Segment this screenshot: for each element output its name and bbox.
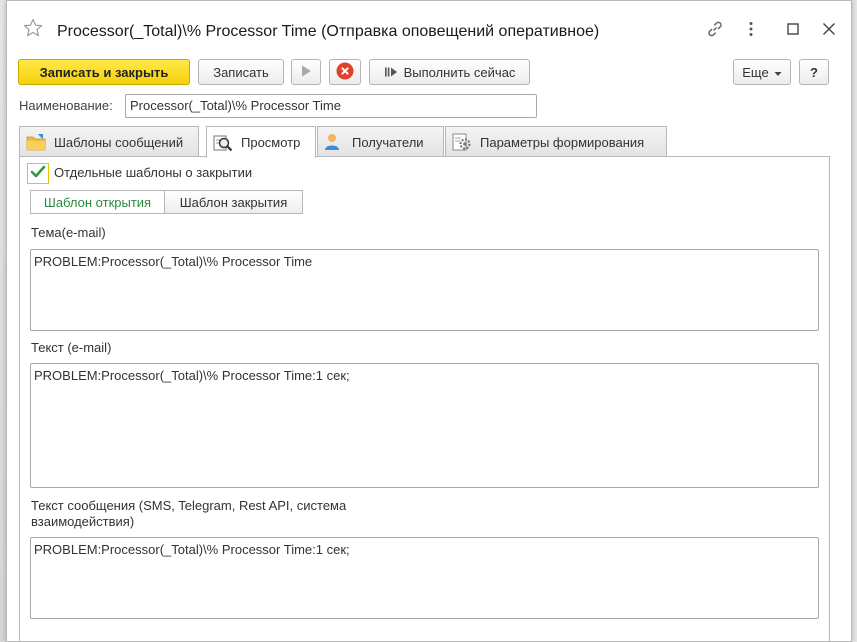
checkmark-icon <box>30 165 46 182</box>
chevron-down-icon <box>774 65 782 80</box>
name-row: Наименование: Processor(_Total)\% Proces… <box>19 94 539 118</box>
execute-now-button[interactable]: Выполнить сейчас <box>369 59 530 85</box>
more-vertical-icon[interactable] <box>741 19 761 39</box>
dialog-window: Processor(_Total)\% Processor Time (Отпр… <box>6 0 852 642</box>
tab-generation-parameters[interactable]: Параметры формирования <box>445 126 667 157</box>
separate-templates-label: Отдельные шаблоны о закрытии <box>54 165 253 180</box>
close-icon[interactable] <box>819 19 839 39</box>
star-icon[interactable] <box>23 18 43 38</box>
text-label: Текст (e-mail) <box>31 340 112 355</box>
help-button[interactable]: ? <box>799 59 829 85</box>
window-title: Processor(_Total)\% Processor Time (Отпр… <box>57 23 600 40</box>
subject-textarea[interactable]: PROBLEM:Processor(_Total)\% Processor Ti… <box>30 249 819 331</box>
tab-recipients-label: Получатели <box>352 134 424 150</box>
execute-now-icon <box>384 66 398 78</box>
subject-label: Тема(e-mail) <box>31 225 106 240</box>
execute-now-label: Выполнить сейчас <box>403 64 516 80</box>
maximize-icon[interactable] <box>783 19 803 39</box>
name-label: Наименование: <box>19 98 113 113</box>
tab-preview[interactable]: Просмотр <box>206 126 316 158</box>
message-textarea[interactable]: PROBLEM:Processor(_Total)\% Processor Ti… <box>30 537 819 619</box>
tab-recipients[interactable]: Получатели <box>317 126 444 157</box>
tab-message-templates[interactable]: Шаблоны сообщений <box>19 126 199 157</box>
user-icon <box>324 133 340 151</box>
run-button[interactable] <box>291 59 321 85</box>
save-button[interactable]: Записать <box>198 59 284 85</box>
link-icon[interactable] <box>705 19 725 39</box>
tab-bar: Шаблоны сообщений Просмотр Получатели Па… <box>19 126 719 158</box>
tab-message-templates-label: Шаблоны сообщений <box>54 134 184 150</box>
save-close-button[interactable]: Записать и закрыть <box>18 59 190 85</box>
stop-icon <box>335 61 355 84</box>
subtab-close-template[interactable]: Шаблон закрытия <box>164 190 303 214</box>
more-label: Еще <box>742 64 769 80</box>
more-button[interactable]: Еще <box>733 59 791 85</box>
name-input[interactable]: Processor(_Total)\% Processor Time <box>125 94 537 118</box>
stop-button[interactable] <box>329 59 361 85</box>
separate-templates-checkbox[interactable] <box>27 163 49 184</box>
subtab-open-template[interactable]: Шаблон открытия <box>30 190 165 214</box>
tab-preview-label: Просмотр <box>241 135 301 150</box>
folder-icon <box>26 133 46 151</box>
play-icon <box>299 64 313 81</box>
settings-icon <box>452 132 472 152</box>
title-bar: Processor(_Total)\% Processor Time (Отпр… <box>7 1 851 57</box>
tab-generation-parameters-label: Параметры формирования <box>480 134 645 150</box>
message-label: Текст сообщения (SMS, Telegram, Rest API… <box>31 498 347 529</box>
toolbar: Записать и закрыть Записать Выполнить се… <box>7 57 851 87</box>
text-textarea[interactable]: PROBLEM:Processor(_Total)\% Processor Ti… <box>30 363 819 488</box>
magnifier-icon <box>213 133 233 153</box>
